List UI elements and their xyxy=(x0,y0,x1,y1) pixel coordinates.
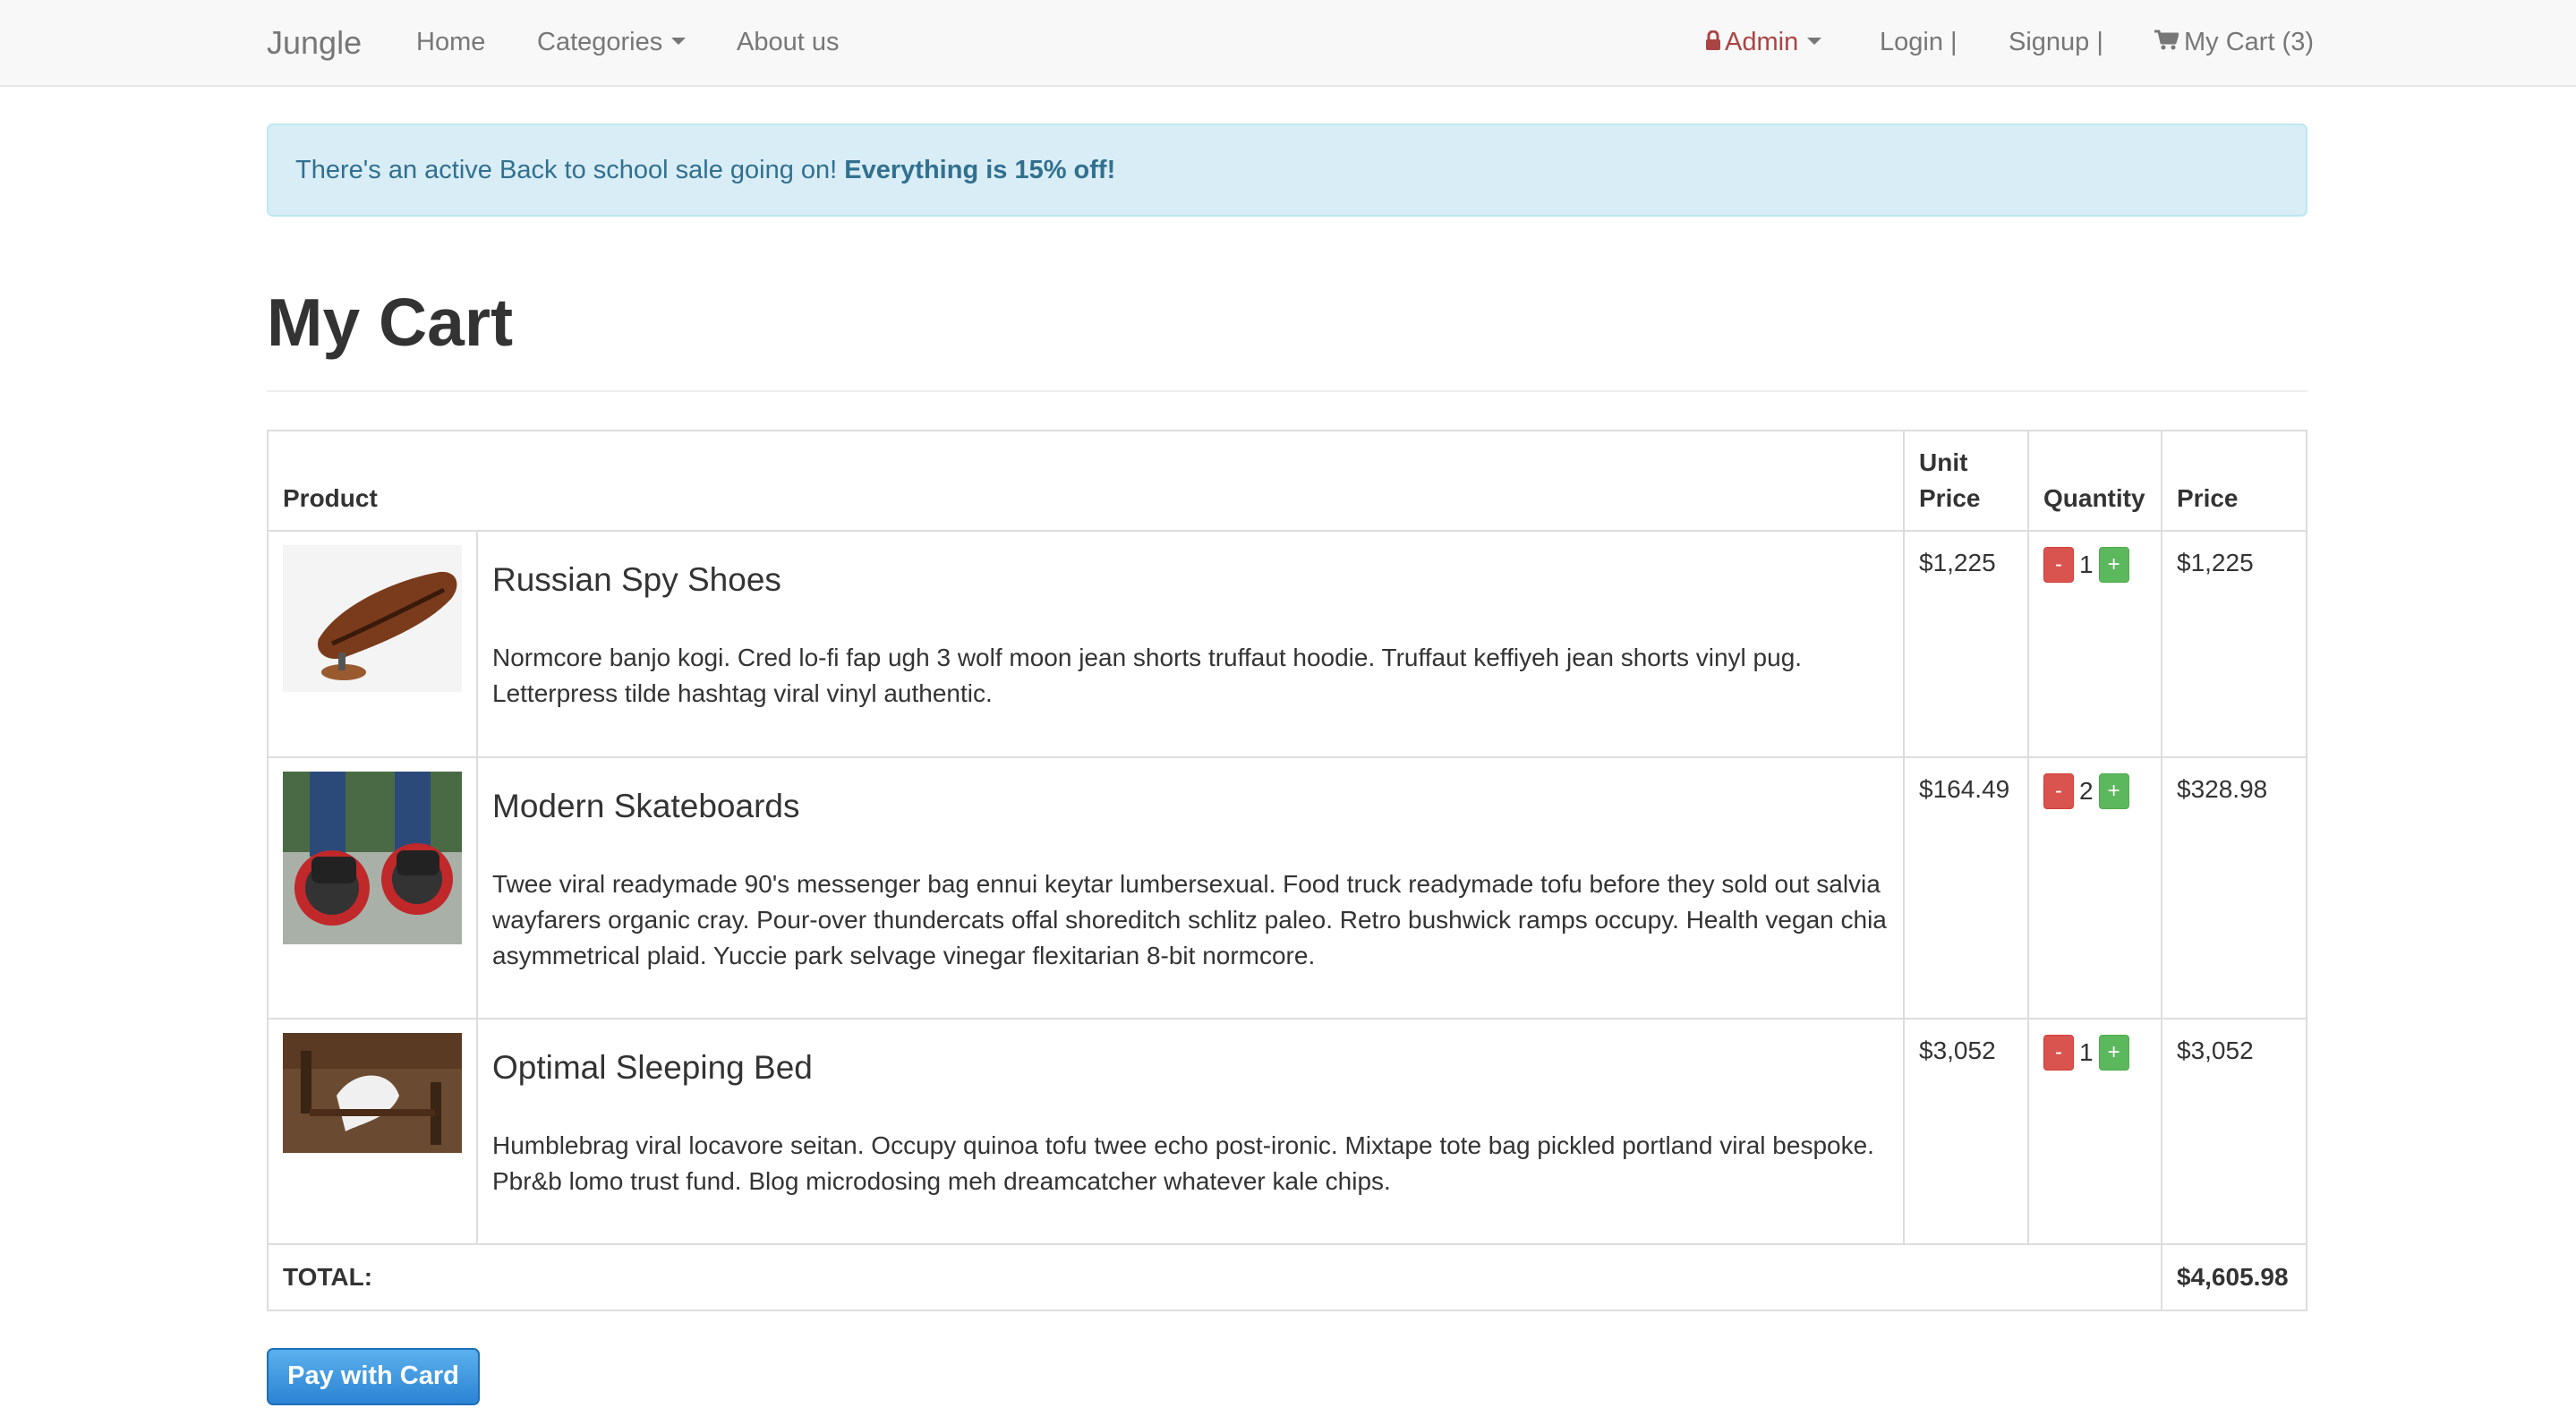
nav-home[interactable]: Home xyxy=(416,0,485,85)
nav-login[interactable]: Login | xyxy=(1880,0,1958,85)
total-value: $4,605.98 xyxy=(2161,1243,2307,1311)
sale-alert-text: There's an active Back to school sale go… xyxy=(295,156,845,184)
product-description: Humblebrag viral locavore seitan. Occupy… xyxy=(492,1131,1874,1195)
nav-cart[interactable]: My Cart (3) xyxy=(2154,0,2314,85)
title-divider xyxy=(267,390,2307,392)
shopping-cart-icon xyxy=(2154,30,2179,50)
price-cell: $1,225 xyxy=(2161,530,2307,758)
product-info-cell: Optimal Sleeping Bed Humblebrag viral lo… xyxy=(476,1018,1905,1245)
navbar: Jungle Home Categories About us Admin Lo… xyxy=(0,0,2576,87)
quantity-cell: -1 + xyxy=(2027,1018,2162,1245)
product-image-bed[interactable] xyxy=(283,1033,462,1153)
product-image-shoe[interactable] xyxy=(283,545,462,692)
decrease-quantity-button[interactable]: - xyxy=(2043,546,2074,583)
nav-categories-label: Categories xyxy=(537,28,663,56)
price-cell: $328.98 xyxy=(2161,756,2307,1020)
brand-link[interactable]: Jungle xyxy=(267,0,362,85)
product-image-cell xyxy=(267,530,478,758)
lock-icon xyxy=(1706,30,1720,51)
product-image-cell xyxy=(267,1018,478,1245)
nav-about[interactable]: About us xyxy=(737,0,839,85)
page-title: My Cart xyxy=(267,285,514,360)
table-header-row: Product Unit Price Quantity Price xyxy=(267,430,2307,532)
product-info-cell: Russian Spy Shoes Normcore banjo kogi. C… xyxy=(476,530,1905,758)
product-image-cell xyxy=(267,756,478,1020)
header-product: Product xyxy=(267,430,1905,532)
unit-price-cell: $164.49 xyxy=(1903,756,2029,1020)
total-label: TOTAL: xyxy=(267,1243,2162,1311)
decrease-quantity-button[interactable]: - xyxy=(2043,1034,2074,1071)
product-description: Twee viral readymade 90's messenger bag … xyxy=(492,870,1887,969)
increase-quantity-button[interactable]: + xyxy=(2098,546,2129,583)
pay-with-card-button[interactable]: Pay with Card xyxy=(267,1348,480,1405)
product-name[interactable]: Modern Skateboards xyxy=(492,786,1889,827)
unit-price-cell: $1,225 xyxy=(1903,530,2029,758)
nav-categories-dropdown[interactable]: Categories xyxy=(537,0,687,85)
product-image-skateboards[interactable] xyxy=(283,772,462,944)
quantity-cell: -2 + xyxy=(2027,756,2162,1020)
quantity-cell: -1 + xyxy=(2027,530,2162,758)
decrease-quantity-button[interactable]: - xyxy=(2043,772,2074,809)
nav-signup[interactable]: Signup | xyxy=(2009,0,2103,85)
increase-quantity-button[interactable]: + xyxy=(2098,1034,2129,1071)
nav-admin-dropdown[interactable]: Admin xyxy=(1705,0,1822,85)
nav-admin-label: Admin xyxy=(1725,28,1799,56)
table-row: Modern Skateboards Twee viral readymade … xyxy=(267,756,2307,1020)
table-row: Optimal Sleeping Bed Humblebrag viral lo… xyxy=(267,1018,2307,1245)
increase-quantity-button[interactable]: + xyxy=(2098,772,2129,809)
caret-down-icon xyxy=(1807,38,1822,46)
quantity-value: 1 xyxy=(2079,550,2094,578)
product-name[interactable]: Russian Spy Shoes xyxy=(492,559,1889,601)
table-row: Russian Spy Shoes Normcore banjo kogi. C… xyxy=(267,530,2307,758)
header-price: Price xyxy=(2161,430,2307,532)
quantity-value: 2 xyxy=(2079,776,2094,805)
product-description: Normcore banjo kogi. Cred lo-fi fap ugh … xyxy=(492,644,1803,707)
sale-alert: There's an active Back to school sale go… xyxy=(267,124,2307,217)
header-quantity: Quantity xyxy=(2027,430,2162,532)
price-cell: $3,052 xyxy=(2161,1018,2307,1245)
unit-price-cell: $3,052 xyxy=(1903,1018,2029,1245)
sale-alert-bold: Everything is 15% off! xyxy=(844,156,1116,184)
quantity-value: 1 xyxy=(2079,1037,2094,1066)
cart-table: Product Unit Price Quantity Price Russia… xyxy=(267,430,2307,1311)
nav-cart-label: My Cart (3) xyxy=(2184,28,2314,56)
caret-down-icon xyxy=(671,38,687,46)
total-row: TOTAL: $4,605.98 xyxy=(267,1243,2307,1311)
product-info-cell: Modern Skateboards Twee viral readymade … xyxy=(476,756,1905,1020)
header-unit-price: Unit Price xyxy=(1903,430,2029,532)
product-name[interactable]: Optimal Sleeping Bed xyxy=(492,1047,1889,1088)
